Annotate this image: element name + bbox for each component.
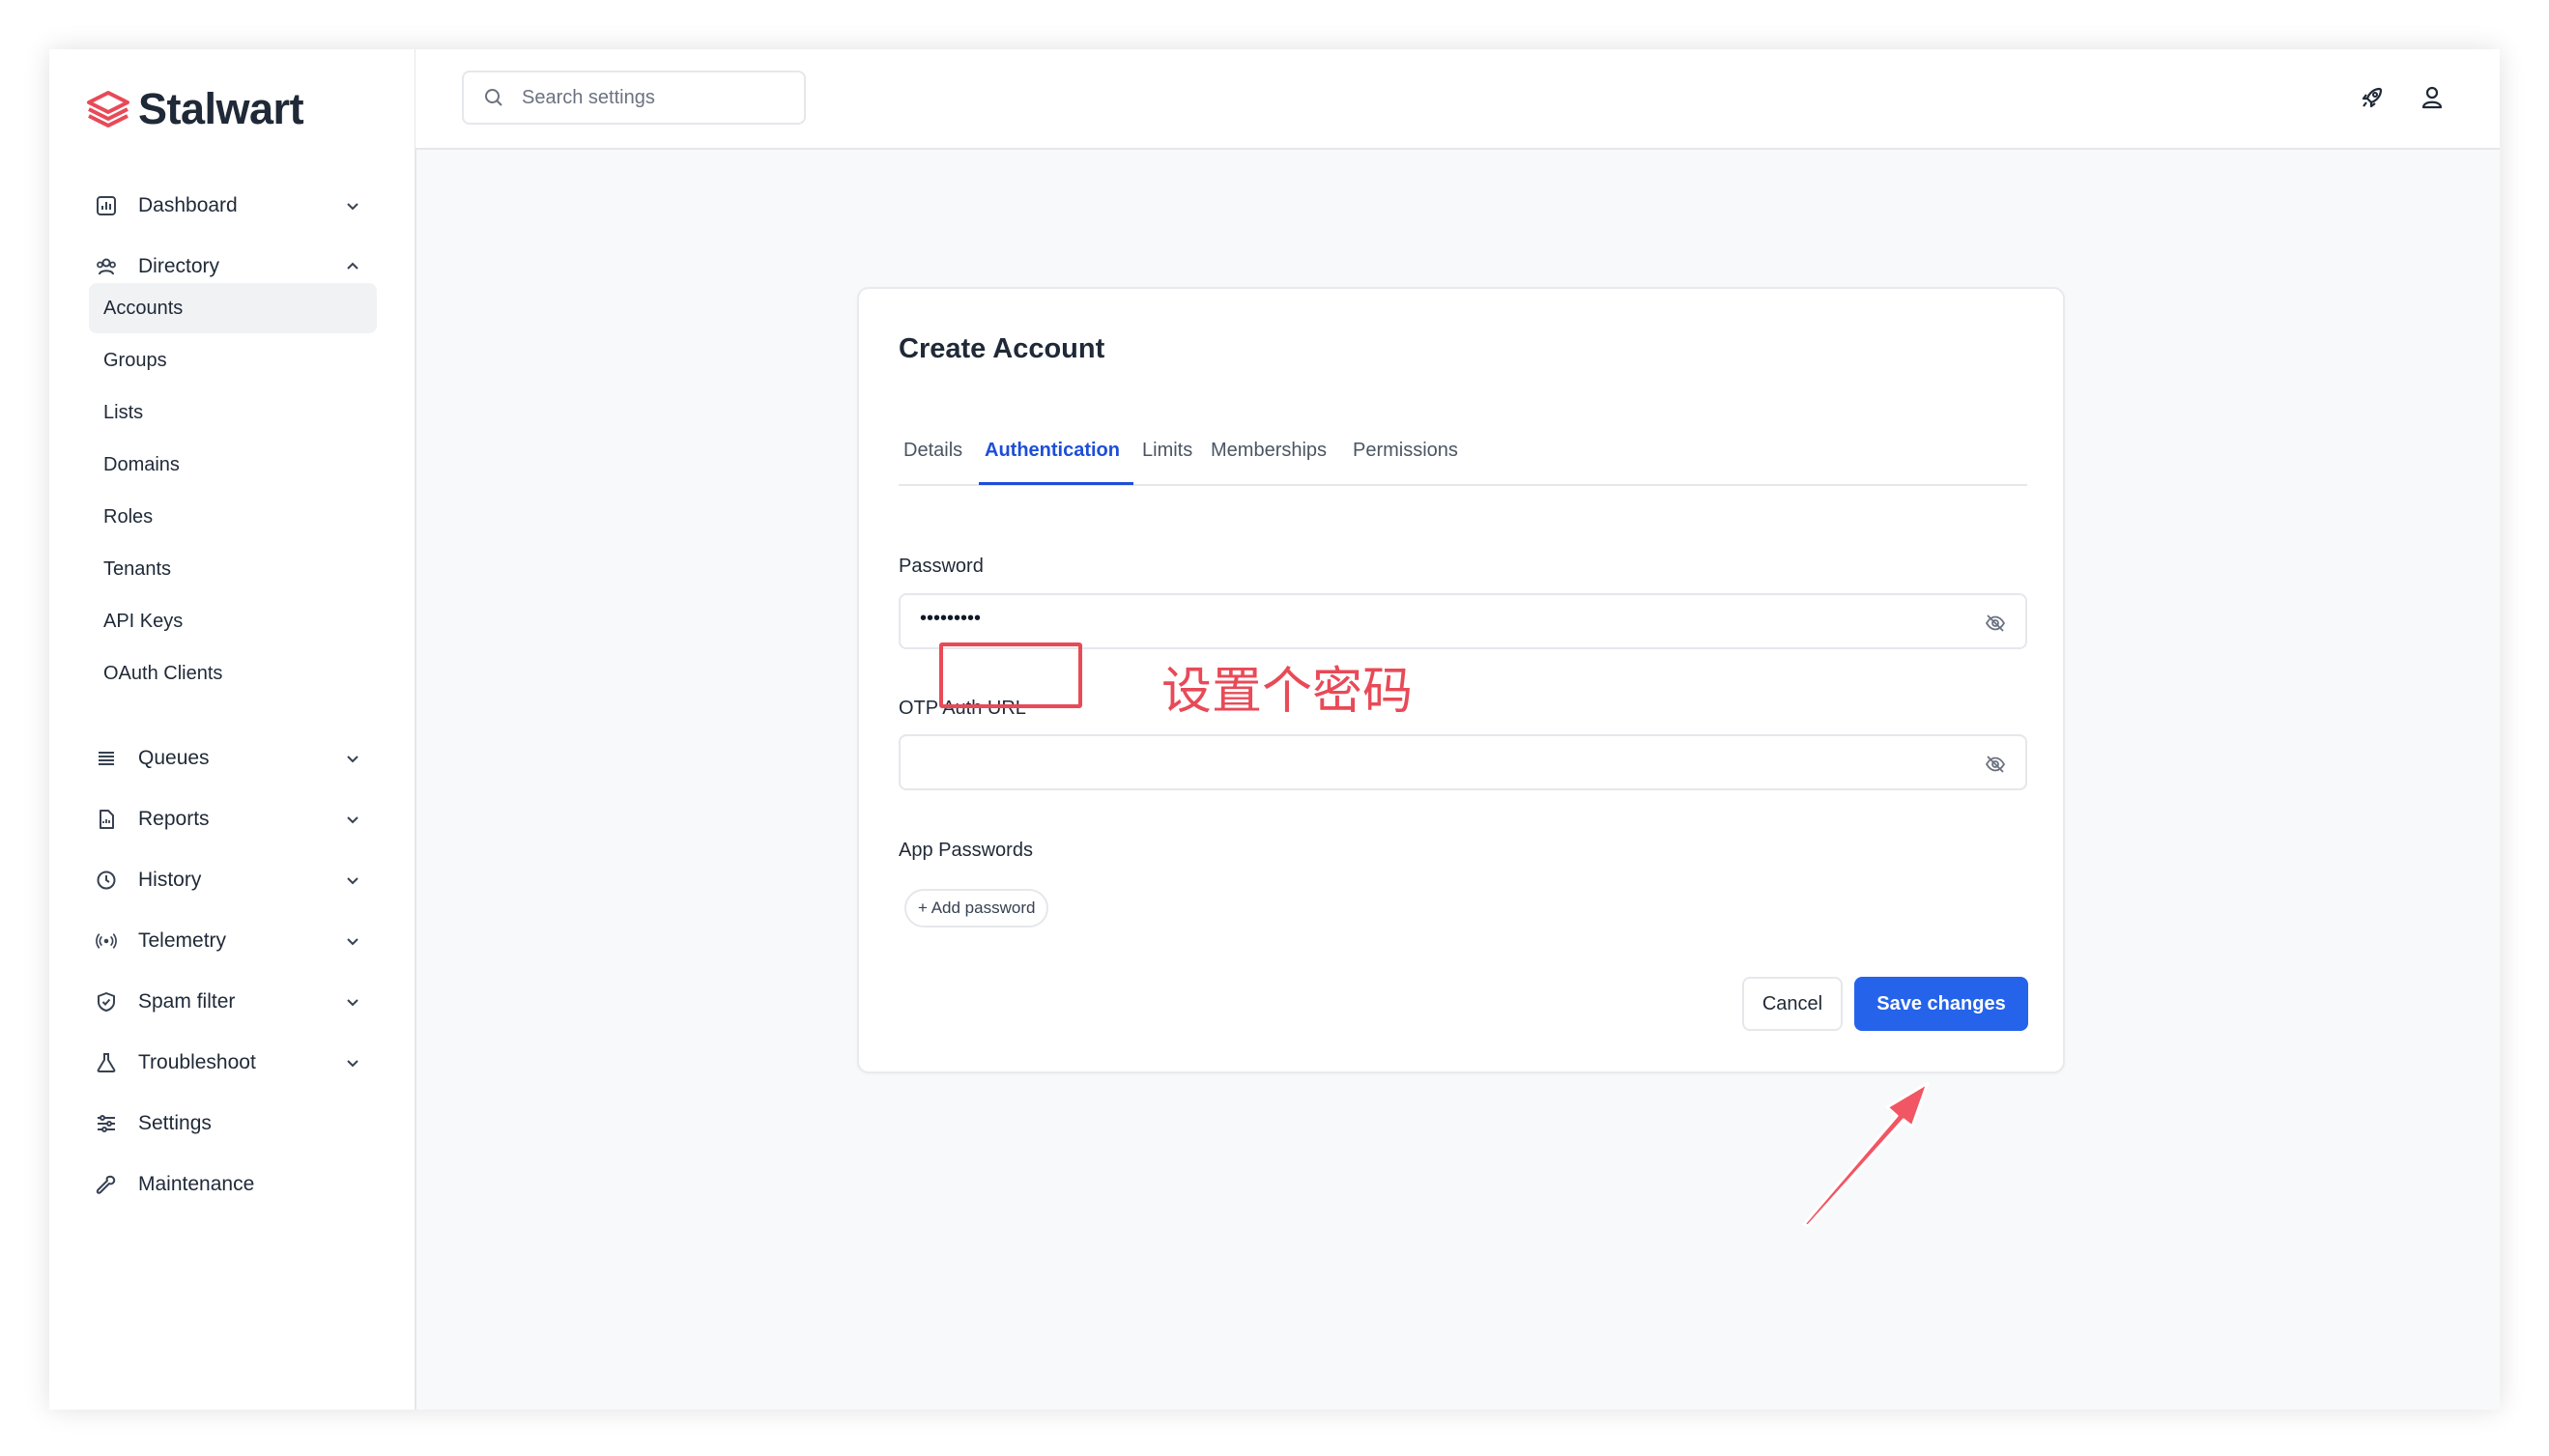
sidebar-item-label: Directory [138, 255, 220, 277]
chevron-down-icon[interactable] [343, 992, 362, 1012]
sidebar-item-accounts[interactable]: Accounts [89, 283, 377, 333]
sidebar-item-label: Lists [103, 401, 144, 423]
otp-auth-url-field[interactable] [899, 734, 2027, 790]
sidebar-item-label: History [138, 869, 202, 891]
eye-slash-icon[interactable] [1985, 613, 2006, 634]
tab-permissions[interactable]: Permissions [1353, 440, 1458, 462]
queues-icon [96, 748, 117, 769]
annotation-highlight-box [939, 642, 1082, 708]
password-field[interactable] [899, 593, 2027, 649]
search-box[interactable] [462, 71, 806, 125]
sidebar-item-oauth-clients[interactable]: OAuth Clients [89, 648, 377, 699]
sidebar: Stalwart Dashboard Directory Accounts Gr… [49, 49, 416, 1410]
sidebar-item-label: Domains [103, 453, 180, 475]
app-window: Stalwart Dashboard Directory Accounts Gr… [49, 49, 2500, 1410]
annotation-text: 设置个密码 [1161, 663, 1414, 721]
chevron-down-icon[interactable] [343, 749, 362, 768]
sidebar-item-domains[interactable]: Domains [89, 440, 377, 490]
sidebar-item-tenants[interactable]: Tenants [89, 544, 377, 594]
chevron-down-icon[interactable] [343, 196, 362, 215]
tab-limits[interactable]: Limits [1142, 440, 1192, 462]
reports-icon [96, 809, 117, 830]
troubleshoot-icon [96, 1052, 117, 1073]
search-icon [485, 89, 502, 106]
save-changes-button[interactable]: Save changes [1854, 977, 2028, 1031]
sidebar-item-label: OAuth Clients [103, 662, 223, 684]
sidebar-item-label: Troubleshoot [138, 1051, 256, 1073]
sidebar-item-queues[interactable]: Queues [86, 735, 376, 782]
shield-icon [96, 991, 117, 1013]
password-label: Password [899, 556, 984, 577]
sidebar-item-troubleshoot[interactable]: Troubleshoot [86, 1040, 376, 1086]
chevron-up-icon[interactable] [343, 257, 362, 276]
user-icon[interactable] [2419, 84, 2446, 111]
sidebar-item-dashboard[interactable]: Dashboard [86, 183, 376, 229]
sidebar-item-telemetry[interactable]: Telemetry [86, 918, 376, 964]
sidebar-item-label: Groups [103, 349, 167, 371]
sidebar-item-lists[interactable]: Lists [89, 387, 377, 438]
sidebar-item-maintenance[interactable]: Maintenance [86, 1161, 376, 1208]
sidebar-item-label: Dashboard [138, 194, 238, 216]
top-header [415, 49, 2500, 150]
telemetry-icon [96, 930, 117, 952]
eye-slash-icon[interactable] [1985, 754, 2006, 775]
logo-text: Stalwart [138, 84, 304, 133]
history-icon [96, 870, 117, 891]
sidebar-item-settings[interactable]: Settings [86, 1100, 376, 1147]
sidebar-item-reports[interactable]: Reports [86, 796, 376, 842]
sidebar-item-label: Telemetry [138, 929, 227, 952]
tab-details[interactable]: Details [903, 440, 962, 462]
dashboard-icon [96, 195, 117, 216]
tab-memberships[interactable]: Memberships [1211, 440, 1327, 462]
sidebar-item-groups[interactable]: Groups [89, 335, 377, 385]
chevron-down-icon[interactable] [343, 871, 362, 890]
sidebar-item-history[interactable]: History [86, 857, 376, 903]
sidebar-item-api-keys[interactable]: API Keys [89, 596, 377, 646]
sidebar-item-label: Roles [103, 505, 154, 528]
sidebar-item-roles[interactable]: Roles [89, 492, 377, 542]
cancel-button[interactable]: Cancel [1742, 977, 1843, 1031]
password-input[interactable] [918, 607, 1965, 631]
chevron-down-icon[interactable] [343, 810, 362, 829]
sidebar-item-spam-filter[interactable]: Spam filter [86, 979, 376, 1025]
sidebar-item-label: Reports [138, 808, 210, 830]
directory-icon [96, 256, 117, 277]
search-input[interactable] [520, 85, 794, 110]
rocket-icon[interactable] [2359, 84, 2386, 111]
stalwart-logo-icon [87, 91, 129, 128]
sidebar-item-label: Queues [138, 747, 210, 769]
tab-authentication[interactable]: Authentication [985, 440, 1120, 462]
sidebar-item-label: Settings [138, 1112, 212, 1134]
page-title: Create Account [899, 333, 1105, 364]
annotation-arrow-icon [1802, 1081, 1930, 1228]
sidebar-item-label: Tenants [103, 557, 172, 580]
app-passwords-label: App Passwords [899, 840, 1033, 861]
chevron-down-icon[interactable] [343, 931, 362, 951]
sidebar-item-label: Spam filter [138, 990, 236, 1013]
sidebar-item-label: Maintenance [138, 1173, 255, 1195]
tab-bar: Details Authentication Limits Membership… [899, 420, 2027, 486]
chevron-down-icon[interactable] [343, 1053, 362, 1072]
wrench-icon [96, 1174, 117, 1195]
sidebar-item-label: Accounts [103, 297, 184, 319]
settings-icon [96, 1113, 117, 1134]
logo[interactable]: Stalwart [86, 84, 304, 134]
active-tab-indicator [979, 482, 1133, 485]
add-password-button[interactable]: + Add password [904, 889, 1049, 928]
otp-auth-url-input[interactable] [918, 748, 1965, 772]
sidebar-item-label: API Keys [103, 610, 184, 632]
